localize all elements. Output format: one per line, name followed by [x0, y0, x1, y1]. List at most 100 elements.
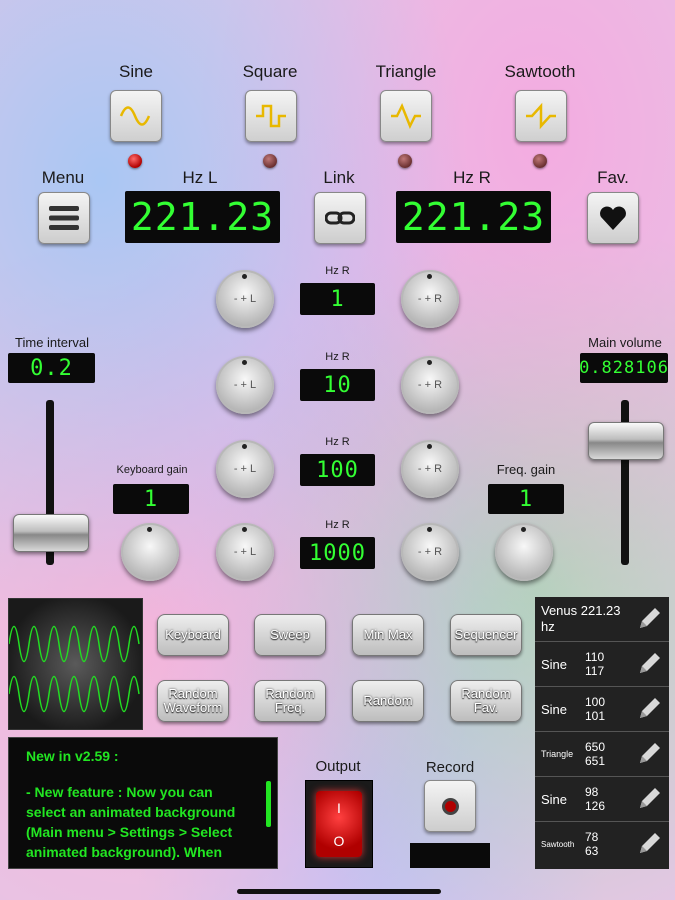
favorite-item[interactable]: Sine 110 117 [535, 642, 669, 687]
menu-label: Menu [41, 168, 85, 187]
home-indicator[interactable] [237, 889, 441, 894]
output-switch[interactable]: IO [305, 780, 373, 868]
news-panel[interactable]: New in v2.59 : - New feature : Now you c… [8, 737, 278, 869]
random-button[interactable]: Random [352, 680, 424, 722]
square-led [263, 154, 277, 168]
pencil-icon[interactable] [637, 740, 663, 766]
favorite-value-right: 651 [585, 754, 606, 768]
record-button[interactable] [424, 780, 476, 832]
freq-gain-knob[interactable] [495, 523, 553, 581]
favorites-list: Venus 221.23 hz Sine 110 117 Sine 100 101 … [535, 597, 669, 869]
random-fav-button[interactable]: Random Fav. [450, 680, 522, 722]
sawtooth-wave-icon [526, 102, 556, 130]
sine-wave-icon [119, 106, 151, 126]
oscilloscope [8, 598, 143, 730]
triangle-wave-icon [391, 102, 421, 130]
keyboard-gain-label: Keyboard gain [116, 464, 188, 476]
waveform-label-sawtooth: Sawtooth [504, 62, 576, 81]
pencil-icon[interactable] [637, 650, 663, 676]
favorite-name: Sine [541, 791, 568, 807]
pencil-icon[interactable] [637, 695, 663, 721]
step3-right-knob[interactable]: - + R [401, 440, 459, 498]
step1-label: Hz R [325, 265, 350, 277]
step2-display: 10 [300, 369, 375, 401]
waveform-label-square: Square [242, 62, 298, 81]
sine-led [128, 154, 142, 168]
pencil-icon[interactable] [637, 605, 663, 631]
main-volume-label: Main volume [588, 335, 662, 350]
step4-left-knob[interactable]: - + L [216, 523, 274, 581]
favorite-name: Sine [541, 656, 568, 672]
record-label: Record [425, 759, 475, 776]
news-title: New in v2.59 : [26, 748, 119, 764]
hz-l-display[interactable]: 221.23 [125, 191, 280, 243]
triangle-button[interactable] [380, 90, 432, 142]
sequencer-button[interactable]: Sequencer [450, 614, 522, 656]
favorite-value-left: 78 [585, 830, 599, 844]
favorite-name: Sawtooth [541, 839, 575, 849]
pencil-icon[interactable] [637, 830, 663, 856]
link-icon [325, 211, 355, 225]
hz-r-display[interactable]: 221.23 [396, 191, 551, 243]
step3-left-knob[interactable]: - + L [216, 440, 274, 498]
news-scrollbar[interactable] [266, 781, 271, 827]
favorite-value-right: 117 [585, 664, 605, 678]
favorite-value-left: 98 [585, 785, 599, 799]
link-button[interactable] [314, 192, 366, 244]
favorite-value-right: 101 [585, 709, 606, 723]
favorite-item[interactable]: Sine 98 126 [535, 777, 669, 822]
favorite-value-right: 126 [585, 799, 606, 813]
step1-left-knob[interactable]: - + L [216, 270, 274, 328]
favorite-item[interactable]: Triangle 650 651 [535, 732, 669, 777]
favorite-value-left: 110 [585, 650, 605, 664]
waveform-label-triangle: Triangle [375, 62, 437, 81]
step4-right-knob[interactable]: - + R [401, 523, 459, 581]
sawtooth-led [533, 154, 547, 168]
step3-display: 100 [300, 454, 375, 486]
step1-display: 1 [300, 283, 375, 315]
power-switch-icon: IO [316, 791, 362, 857]
fav-button[interactable] [587, 192, 639, 244]
link-label: Link [323, 168, 355, 187]
favorite-value-left: 650 [585, 740, 606, 754]
menu-button[interactable] [38, 192, 90, 244]
step2-label: Hz R [325, 351, 350, 363]
step1-right-knob[interactable]: - + R [401, 270, 459, 328]
hz-r-label: Hz R [453, 168, 491, 187]
favorite-item[interactable]: Sine 100 101 [535, 687, 669, 732]
step2-left-knob[interactable]: - + L [216, 356, 274, 414]
square-wave-icon [256, 104, 286, 128]
keyboard-button[interactable]: Keyboard [157, 614, 229, 656]
main-volume-slider-thumb[interactable] [588, 422, 664, 460]
fav-label: Fav. [597, 168, 629, 187]
favorite-name: Sine [541, 701, 568, 717]
freq-gain-display: 1 [488, 484, 564, 514]
step2-right-knob[interactable]: - + R [401, 356, 459, 414]
keyboard-gain-knob[interactable] [121, 523, 179, 581]
square-button[interactable] [245, 90, 297, 142]
oscilloscope-waveform [8, 625, 140, 713]
triangle-led [398, 154, 412, 168]
step3-label: Hz R [325, 436, 350, 448]
step4-label: Hz R [325, 519, 350, 531]
min-max-button[interactable]: Min Max [352, 614, 424, 656]
keyboard-gain-display: 1 [113, 484, 189, 514]
favorite-item[interactable]: Sawtooth 78 63 [535, 822, 669, 866]
favorite-value-right: 63 [585, 844, 599, 858]
hamburger-icon [49, 206, 79, 230]
output-label: Output [315, 758, 361, 775]
step4-display: 1000 [300, 537, 375, 569]
sine-button[interactable] [110, 90, 162, 142]
random-waveform-button[interactable]: Random Waveform [157, 680, 229, 722]
favorite-value-left: 100 [585, 695, 606, 709]
news-body: - New feature : Now you can select an an… [26, 784, 236, 860]
sweep-button[interactable]: Sweep [254, 614, 326, 656]
record-dot-icon [444, 800, 456, 812]
time-interval-label: Time interval [15, 335, 89, 350]
pencil-icon[interactable] [637, 785, 663, 811]
favorite-item[interactable]: Venus 221.23 hz [535, 597, 669, 642]
sawtooth-button[interactable] [515, 90, 567, 142]
random-freq-button[interactable]: Random Freq. [254, 680, 326, 722]
time-interval-slider-thumb[interactable] [13, 514, 89, 552]
main-volume-display: 0.828106 [579, 353, 668, 383]
